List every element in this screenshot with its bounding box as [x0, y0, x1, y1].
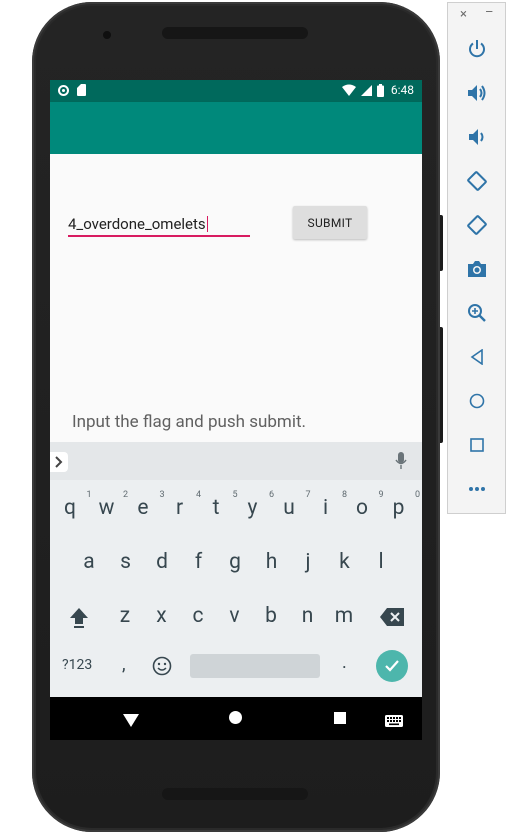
recents-square-icon[interactable] [334, 712, 346, 724]
suggestion-strip [50, 442, 422, 480]
overview-icon[interactable] [465, 433, 489, 457]
power-icon[interactable] [465, 37, 489, 61]
key-c[interactable]: c [183, 604, 213, 628]
backspace-icon[interactable] [380, 608, 404, 630]
key-n[interactable]: n [293, 604, 323, 628]
keyboard-switch-icon[interactable] [385, 712, 403, 731]
bottom-speaker [162, 788, 308, 800]
key-z[interactable]: z [110, 604, 140, 628]
key-l[interactable]: l [366, 550, 396, 574]
check-icon [385, 660, 399, 672]
navigation-bar [50, 697, 422, 740]
space-bar[interactable] [190, 654, 320, 678]
top-speaker [162, 27, 308, 39]
zoom-icon[interactable] [465, 301, 489, 325]
key-hint-0: 0 [414, 490, 421, 500]
key-b[interactable]: b [256, 604, 286, 628]
more-icon[interactable] [465, 477, 489, 501]
key-p[interactable]: p [384, 496, 414, 520]
key-e[interactable]: e [128, 496, 158, 520]
shift-icon[interactable] [68, 606, 90, 632]
close-window-button[interactable]: × [460, 7, 467, 22]
front-camera [103, 31, 111, 39]
cell-signal-icon [360, 84, 372, 96]
text-cursor [206, 216, 208, 232]
key-k[interactable]: k [330, 550, 360, 574]
key-h[interactable]: h [257, 550, 287, 574]
key-t[interactable]: t [201, 496, 231, 520]
status-time: 6:48 [390, 83, 414, 97]
key-r[interactable]: r [165, 496, 195, 520]
key-u[interactable]: u [274, 496, 304, 520]
instruction-text: Input the flag and push submit. [72, 412, 307, 432]
submit-button[interactable]: SUBMIT [293, 206, 367, 239]
key-d[interactable]: d [147, 550, 177, 574]
key-q[interactable]: q [55, 496, 85, 520]
key-j[interactable]: j [293, 550, 323, 574]
back-triangle-icon[interactable] [123, 712, 139, 731]
flag-input-text: 4_overdone_omelets [68, 215, 208, 233]
key-x[interactable]: x [147, 604, 177, 628]
battery-icon [376, 83, 384, 97]
sd-card-icon [77, 84, 86, 96]
emulator-toolbar: × – [447, 2, 506, 514]
emoji-icon[interactable] [152, 656, 172, 680]
period-key[interactable]: . [342, 652, 347, 673]
key-f[interactable]: f [184, 550, 214, 574]
microphone-icon[interactable] [395, 452, 407, 474]
key-a[interactable]: a [74, 550, 104, 574]
key-o[interactable]: o [347, 496, 377, 520]
volume-down-icon[interactable] [465, 125, 489, 149]
volume-up-icon[interactable] [465, 81, 489, 105]
key-i[interactable]: i [311, 496, 341, 520]
key-y[interactable]: y [238, 496, 268, 520]
notification-circle-icon [58, 84, 69, 96]
soft-keyboard: ?123 , . q1w2e3r4t5y6u7i8o9p0asdfghjklzx… [50, 442, 422, 697]
key-m[interactable]: m [329, 604, 359, 628]
comma-key[interactable]: , [122, 654, 126, 675]
camera-icon[interactable] [465, 257, 489, 281]
chevron-right-icon[interactable] [50, 452, 68, 472]
wifi-icon [341, 84, 356, 96]
back-icon[interactable] [465, 345, 489, 369]
key-g[interactable]: g [220, 550, 250, 574]
enter-button[interactable] [376, 650, 408, 682]
home-icon[interactable] [465, 389, 489, 413]
key-w[interactable]: w [92, 496, 122, 520]
key-v[interactable]: v [220, 604, 250, 628]
app-toolbar [50, 102, 422, 154]
rotate-right-icon[interactable] [465, 213, 489, 237]
minimize-window-button[interactable]: – [485, 5, 494, 20]
status-bar: 6:48 [50, 80, 422, 102]
home-circle-icon[interactable] [229, 711, 242, 724]
key-s[interactable]: s [111, 550, 141, 574]
rotate-left-icon[interactable] [465, 169, 489, 193]
main-content: 4_overdone_omelets SUBMIT Input the flag… [50, 154, 422, 442]
device-screen: 6:48 4_overdone_omelets SUBMIT Input the… [50, 80, 422, 740]
symbols-key[interactable]: ?123 [62, 657, 92, 673]
